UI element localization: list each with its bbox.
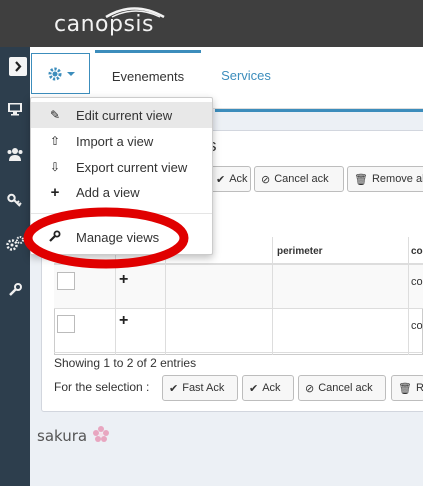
menu-item-export-view[interactable]: ⇩ Export current view	[31, 154, 212, 180]
selection-ack-button-label: Ack	[262, 382, 281, 394]
menu-item-label: Import a view	[76, 133, 154, 149]
highlight-ellipse	[23, 207, 189, 269]
sidebar-toggle-button[interactable]	[9, 57, 27, 76]
chevron-right-icon	[15, 61, 22, 72]
row-checkbox[interactable]	[57, 315, 75, 333]
caret-down-icon	[66, 71, 75, 76]
view-settings-button[interactable]	[31, 53, 90, 94]
expand-row-icon[interactable]: +	[119, 312, 128, 330]
menu-item-label: Add a view	[76, 184, 140, 200]
column-header-perimeter[interactable]: perimeter	[277, 246, 323, 257]
wrench-icon	[9, 283, 22, 296]
gear-icon	[48, 67, 61, 80]
tab-services[interactable]: Services	[201, 50, 291, 100]
row-cell-co: co	[411, 320, 423, 332]
sidebar-item-tools[interactable]	[0, 279, 30, 301]
cancel-ack-button-label: Cancel ack	[274, 173, 329, 185]
menu-item-label: Edit current view	[76, 107, 173, 123]
canopsis-logo: canopsis	[52, 4, 167, 44]
table-row[interactable]	[54, 309, 423, 353]
ack-button-label: Ack	[229, 173, 248, 185]
selection-cancel-ack-button-label: Cancel ack	[318, 382, 373, 394]
download-icon: ⇩	[49, 160, 61, 174]
logo-text: canopsis	[54, 12, 154, 37]
key-icon	[7, 193, 22, 207]
top-header: canopsis	[0, 0, 423, 47]
selection-cancel-ack-button[interactable]: ⊘ Cancel ack	[298, 375, 386, 401]
selection-ack-button[interactable]: ✔ Ack	[242, 375, 294, 401]
pencil-icon: ✎	[49, 108, 61, 122]
entries-info: Showing 1 to 2 of 2 entries	[54, 356, 197, 370]
row-cell-co: co	[411, 276, 423, 288]
fast-ack-button-label: Fast Ack	[182, 382, 225, 394]
check-icon: ✔	[249, 382, 259, 395]
ack-button[interactable]: ✔ Ack	[209, 166, 251, 192]
ban-icon: ⊘	[261, 173, 271, 186]
column-divider	[272, 237, 273, 355]
fast-ack-button[interactable]: ✔ Fast Ack	[162, 375, 238, 401]
trash-icon: 🗑	[354, 173, 368, 186]
menu-item-label: Export current view	[76, 159, 188, 175]
cancel-ack-button[interactable]: ⊘ Cancel ack	[254, 166, 344, 192]
selection-label: For the selection :	[54, 380, 150, 394]
selection-remove-button-label: R	[416, 382, 423, 394]
check-icon: ✔	[169, 382, 179, 395]
remove-all-button[interactable]: 🗑 Remove al	[347, 166, 423, 192]
column-divider	[408, 237, 409, 355]
menu-item-add-view[interactable]: + Add a view	[31, 179, 212, 205]
expand-row-icon[interactable]: +	[119, 271, 128, 289]
ban-icon: ⊘	[305, 382, 315, 395]
tab-content-border	[215, 109, 423, 112]
menu-item-import-view[interactable]: ⇧ Import a view	[31, 128, 212, 154]
upload-icon: ⇧	[49, 134, 61, 148]
remove-all-button-label: Remove al	[371, 173, 423, 185]
selection-remove-button[interactable]: 🗑 R	[391, 375, 423, 401]
check-icon: ✔	[216, 173, 226, 186]
sidebar-item-monitor[interactable]	[0, 98, 30, 120]
sidebar-item-users[interactable]	[0, 143, 30, 165]
column-header-co[interactable]: co	[411, 246, 423, 257]
sakura-logo-text: sakura	[37, 427, 88, 445]
menu-item-edit-current-view[interactable]: ✎ Edit current view	[31, 102, 212, 128]
plus-icon: +	[50, 183, 60, 201]
flower-icon	[92, 426, 109, 442]
row-checkbox[interactable]	[57, 272, 75, 290]
monitor-icon	[8, 103, 22, 116]
trash-icon: 🗑	[398, 382, 412, 395]
users-icon	[7, 148, 23, 161]
sakura-logo: sakura	[37, 425, 110, 445]
tab-evenements[interactable]: Evenements	[95, 50, 201, 100]
